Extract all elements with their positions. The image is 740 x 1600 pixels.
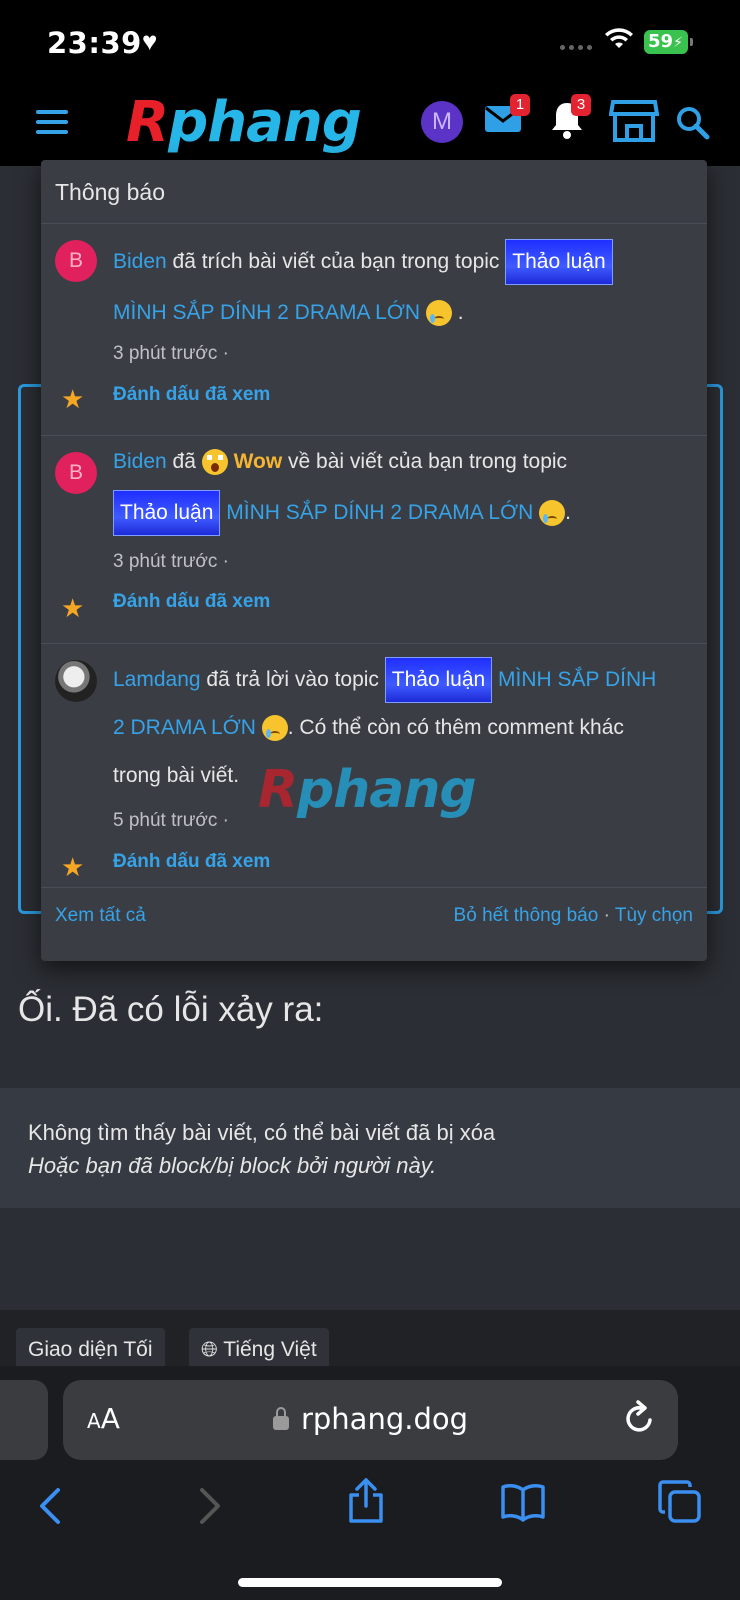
error-line-italic: Hoặc bạn đã block/bị block bởi người này… <box>28 1153 437 1178</box>
user-link[interactable]: Biden <box>113 250 167 273</box>
reaction-label: Wow <box>233 450 283 473</box>
error-message: Không tìm thấy bài viết, có thể bài viết… <box>0 1088 740 1208</box>
notification-text: Biden đã Wow về bài viết của bạn trong t… <box>113 436 693 538</box>
globe-icon: 🌐︎ <box>201 1338 218 1361</box>
mark-read-link[interactable]: Đánh dấu đã xem <box>113 591 270 613</box>
site-header: Rphang M 1 3 <box>0 82 740 166</box>
star-icon[interactable]: ★ <box>61 384 84 415</box>
messages-badge: 1 <box>510 94 530 116</box>
mark-read-link[interactable]: Đánh dấu đã xem <box>113 384 270 406</box>
prefix-tag[interactable]: Thảo luận <box>505 239 613 286</box>
battery-icon: 59⚡ <box>644 30 693 54</box>
signal-icon <box>560 45 592 50</box>
status-bar: 23:39 ♥ 59⚡ <box>0 0 740 82</box>
mail-icon[interactable]: 1 <box>484 94 530 139</box>
thread-link[interactable]: MÌNH SẮP DÍNH <box>498 668 656 691</box>
mark-read-link[interactable]: Đánh dấu đã xem <box>113 851 270 873</box>
timestamp: 5 phút trước · <box>113 810 229 831</box>
notification-item[interactable]: B Biden đã Wow về bài viết của bạn trong… <box>41 436 707 644</box>
timestamp: 3 phút trước · <box>113 343 229 364</box>
star-icon[interactable]: ★ <box>61 593 84 624</box>
thread-link[interactable]: 2 DRAMA LỚN <box>113 716 256 739</box>
store-icon[interactable] <box>608 98 660 149</box>
back-button[interactable] <box>36 1486 64 1531</box>
timestamp: 3 phút trước · <box>113 551 229 572</box>
reload-icon[interactable] <box>624 1400 656 1441</box>
options-link[interactable]: Tùy chọn <box>615 905 693 926</box>
bookmarks-button[interactable] <box>500 1482 546 1527</box>
url-display[interactable]: rphang.dog <box>63 1402 678 1436</box>
prefix-tag[interactable]: Thảo luận <box>113 490 221 537</box>
see-all-link[interactable]: Xem tất cả <box>55 888 146 944</box>
watermark-logo: Rphang <box>258 760 477 820</box>
crying-emoji-icon <box>539 500 566 527</box>
user-link[interactable]: Biden <box>113 450 167 473</box>
notification-popup: Thông báo B Biden đã trích bài viết của … <box>41 160 707 961</box>
previous-tab-preview[interactable] <box>0 1380 48 1460</box>
error-line: Không tìm thấy bài viết, có thể bài viết… <box>28 1120 496 1145</box>
crying-emoji-icon <box>425 300 452 327</box>
wifi-icon <box>604 28 634 55</box>
thread-link[interactable]: MÌNH SẮP DÍNH 2 DRAMA LỚN <box>226 501 533 524</box>
thread-link[interactable]: MÌNH SẮP DÍNH 2 DRAMA LỚN <box>113 301 420 324</box>
popup-title: Thông báo <box>41 160 707 224</box>
prefix-tag[interactable]: Thảo luận <box>384 657 493 704</box>
lock-icon <box>272 1407 289 1430</box>
tabs-button[interactable] <box>658 1480 702 1529</box>
notification-text: Biden đã trích bài viết của bạn trong to… <box>113 236 693 338</box>
popup-footer: Xem tất cả Bỏ hết thông báo · Tùy chọn <box>41 888 707 961</box>
avatar[interactable] <box>55 660 97 702</box>
clock: 23:39 <box>47 26 142 60</box>
forward-button[interactable] <box>196 1486 224 1531</box>
avatar[interactable]: B <box>55 240 97 282</box>
home-indicator <box>238 1578 502 1587</box>
clear-all-link[interactable]: Bỏ hết thông báo <box>454 905 599 926</box>
crying-emoji-icon <box>261 715 288 742</box>
wow-emoji-icon <box>201 449 228 476</box>
address-bar[interactable]: AA rphang.dog <box>63 1380 678 1460</box>
site-logo[interactable]: Rphang <box>126 90 362 155</box>
user-avatar[interactable]: M <box>421 101 463 143</box>
notification-item[interactable]: B Biden đã trích bài viết của bạn trong … <box>41 224 707 436</box>
bell-icon[interactable]: 3 <box>549 94 591 145</box>
star-icon[interactable]: ★ <box>61 852 84 883</box>
browser-toolbar: AA rphang.dog <box>0 1366 740 1600</box>
search-icon[interactable] <box>676 106 710 145</box>
footer-actions: Bỏ hết thông báo · Tùy chọn <box>453 905 693 926</box>
error-title: Ối. Đã có lỗi xảy ra: <box>18 990 324 1029</box>
share-button[interactable] <box>346 1478 386 1529</box>
user-link[interactable]: Lamdang <box>113 668 201 691</box>
heart-icon: ♥ <box>142 26 158 56</box>
alerts-badge: 3 <box>571 94 591 116</box>
menu-icon[interactable] <box>36 110 68 136</box>
avatar[interactable]: B <box>55 452 97 494</box>
